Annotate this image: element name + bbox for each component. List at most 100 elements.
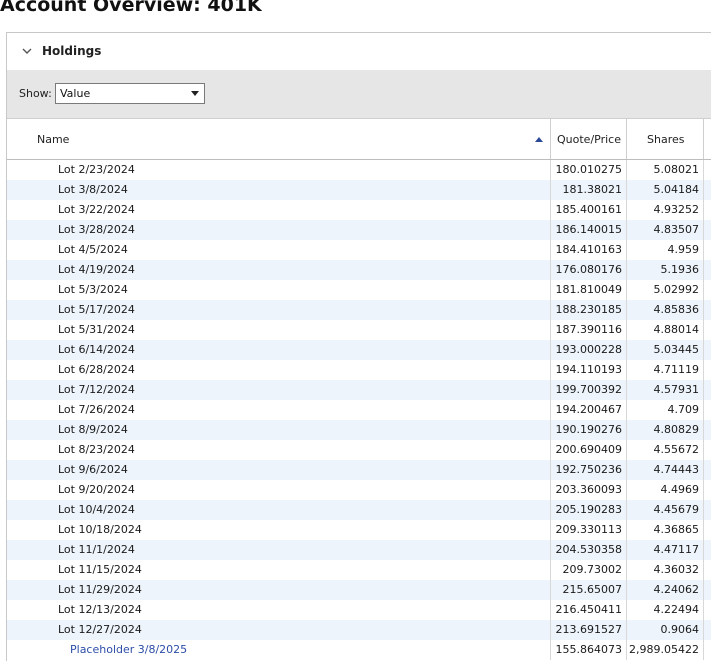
cell-price: 209.73002: [551, 560, 627, 580]
cell-name: Lot 8/23/2024: [7, 440, 551, 460]
cell-name: Lot 3/28/2024: [7, 220, 551, 240]
table-row[interactable]: Lot 8/23/2024 200.690409 4.55672: [7, 440, 711, 460]
column-header-overflow: [704, 119, 711, 159]
cell-price: 213.691527: [551, 620, 627, 640]
sort-ascending-icon[interactable]: [535, 137, 543, 142]
cell-name: Lot 6/28/2024: [7, 360, 551, 380]
table-row[interactable]: Lot 9/20/2024 203.360093 4.4969: [7, 480, 711, 500]
cell-shares: 4.57931: [627, 380, 704, 400]
table-row[interactable]: Lot 7/26/2024 194.200467 4.709: [7, 400, 711, 420]
cell-shares: 4.959: [627, 240, 704, 260]
table-row[interactable]: Lot 5/17/2024 188.230185 4.85836: [7, 300, 711, 320]
cell-name: Lot 9/20/2024: [7, 480, 551, 500]
table-row[interactable]: Lot 5/31/2024 187.390116 4.88014: [7, 320, 711, 340]
table-row[interactable]: Lot 4/19/2024 176.080176 5.1936: [7, 260, 711, 280]
cell-price: 200.690409: [551, 440, 627, 460]
cell-shares: 4.45679: [627, 500, 704, 520]
cell-name: Lot 3/22/2024: [7, 200, 551, 220]
cell-name: Placeholder 3/8/2025: [7, 640, 551, 660]
table-row[interactable]: Lot 3/8/2024 181.38021 5.04184: [7, 180, 711, 200]
cell-shares: 4.80829: [627, 420, 704, 440]
table-row[interactable]: Lot 10/4/2024 205.190283 4.45679: [7, 500, 711, 520]
table-row[interactable]: Lot 8/9/2024 190.190276 4.80829: [7, 420, 711, 440]
table-row[interactable]: Lot 6/28/2024 194.110193 4.71119: [7, 360, 711, 380]
column-header-shares[interactable]: Shares: [627, 119, 704, 159]
cell-price: 176.080176: [551, 260, 627, 280]
column-header-shares-label: Shares: [647, 133, 685, 146]
cell-name: Lot 11/15/2024: [7, 560, 551, 580]
cell-shares: 4.88014: [627, 320, 704, 340]
cell-name: Lot 4/19/2024: [7, 260, 551, 280]
cell-name: Lot 5/17/2024: [7, 300, 551, 320]
cell-shares: 4.74443: [627, 460, 704, 480]
cell-price: 155.864073: [551, 640, 627, 660]
cell-shares: 4.93252: [627, 200, 704, 220]
cell-price: 192.750236: [551, 460, 627, 480]
table-row[interactable]: Lot 6/14/2024 193.000228 5.03445: [7, 340, 711, 360]
cell-name: Lot 7/26/2024: [7, 400, 551, 420]
table-row[interactable]: Lot 12/13/2024 216.450411 4.22494: [7, 600, 711, 620]
cell-name: Lot 12/27/2024: [7, 620, 551, 640]
table-row[interactable]: Lot 7/12/2024 199.700392 4.57931: [7, 380, 711, 400]
show-select[interactable]: Value: [55, 83, 205, 104]
column-header-name[interactable]: Name: [7, 119, 551, 159]
cell-price: 181.810049: [551, 280, 627, 300]
table-row[interactable]: Lot 11/1/2024 204.530358 4.47117: [7, 540, 711, 560]
table-row[interactable]: Lot 3/28/2024 186.140015 4.83507: [7, 220, 711, 240]
holdings-panel: Holdings Show: Value Name Quote/Price Sh…: [6, 32, 711, 661]
cell-price: 188.230185: [551, 300, 627, 320]
table-row[interactable]: Lot 4/5/2024 184.410163 4.959: [7, 240, 711, 260]
column-header-name-label: Name: [37, 133, 70, 146]
cell-shares: 5.02992: [627, 280, 704, 300]
cell-shares: 5.08021: [627, 160, 704, 180]
table-row[interactable]: Lot 12/27/2024 213.691527 0.9064: [7, 620, 711, 640]
show-label-text: Show:: [19, 87, 52, 100]
cell-shares: 4.71119: [627, 360, 704, 380]
cell-name: Lot 4/5/2024: [7, 240, 551, 260]
cell-price: 204.530358: [551, 540, 627, 560]
show-label: Show:: [19, 87, 52, 100]
cell-price: 186.140015: [551, 220, 627, 240]
table-row[interactable]: Lot 11/29/2024 215.65007 4.24062: [7, 580, 711, 600]
cell-name: Lot 7/12/2024: [7, 380, 551, 400]
cell-name: Lot 10/18/2024: [7, 520, 551, 540]
cell-shares: 4.22494: [627, 600, 704, 620]
cell-price: 193.000228: [551, 340, 627, 360]
table-row[interactable]: Lot 3/22/2024 185.400161 4.93252: [7, 200, 711, 220]
column-header-price[interactable]: Quote/Price: [551, 119, 627, 159]
placeholder-row[interactable]: Placeholder 3/8/2025 155.864073 2,989.0542…: [7, 640, 711, 660]
dropdown-arrow-icon[interactable]: [191, 91, 199, 96]
cell-shares: 0.9064: [627, 620, 704, 640]
cell-shares: 4.85836: [627, 300, 704, 320]
table-row[interactable]: Lot 9/6/2024 192.750236 4.74443: [7, 460, 711, 480]
holdings-section-header[interactable]: Holdings: [7, 33, 711, 70]
cell-price: 190.190276: [551, 420, 627, 440]
cell-name: Lot 2/23/2024: [7, 160, 551, 180]
cell-shares: 5.04184: [627, 180, 704, 200]
cell-shares: 4.55672: [627, 440, 704, 460]
holdings-rows: Lot 2/23/2024 180.010275 5.08021 Lot 3/8/20…: [7, 160, 711, 660]
table-row[interactable]: Lot 5/3/2024 181.810049 5.02992: [7, 280, 711, 300]
cell-name: Lot 12/13/2024: [7, 600, 551, 620]
cell-name: Lot 5/31/2024: [7, 320, 551, 340]
column-header-price-label: Quote/Price: [557, 133, 621, 146]
table-row[interactable]: Lot 10/18/2024 209.330113 4.36865: [7, 520, 711, 540]
cell-shares: 5.03445: [627, 340, 704, 360]
cell-shares: 4.709: [627, 400, 704, 420]
cell-shares: 4.83507: [627, 220, 704, 240]
cell-shares: 2,989.05422: [627, 640, 704, 660]
cell-name: Lot 11/1/2024: [7, 540, 551, 560]
cell-name: Lot 6/14/2024: [7, 340, 551, 360]
grid-header: Name Quote/Price Shares: [7, 119, 711, 160]
holdings-toolbar: Show: Value: [7, 70, 711, 119]
cell-price: 194.200467: [551, 400, 627, 420]
chevron-down-icon[interactable]: [21, 45, 33, 57]
cell-shares: 4.36032: [627, 560, 704, 580]
cell-price: 184.410163: [551, 240, 627, 260]
table-row[interactable]: Lot 2/23/2024 180.010275 5.08021: [7, 160, 711, 180]
cell-shares: 5.1936: [627, 260, 704, 280]
cell-name: Lot 8/9/2024: [7, 420, 551, 440]
page-title: Account Overview: 401K: [0, 0, 262, 16]
cell-price: 187.390116: [551, 320, 627, 340]
table-row[interactable]: Lot 11/15/2024 209.73002 4.36032: [7, 560, 711, 580]
